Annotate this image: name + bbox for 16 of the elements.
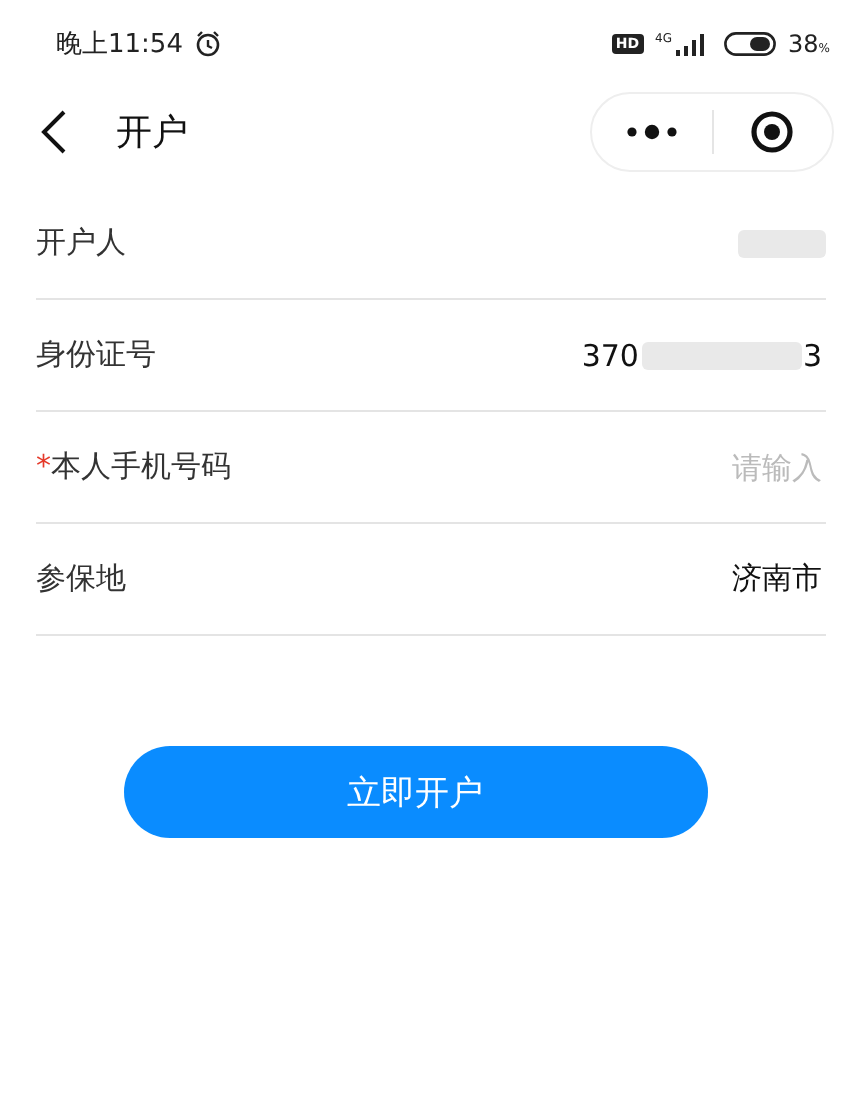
open-account-button[interactable]: 立即开户 <box>123 746 707 838</box>
field-label: 开户人 <box>36 224 126 262</box>
field-label: 参保地 <box>36 560 126 598</box>
status-time: 晚上11:54 <box>56 28 183 62</box>
alarm-clock-icon <box>194 30 223 58</box>
field-value: 3 <box>802 337 824 373</box>
back-icon <box>40 110 68 154</box>
page-title: 开户 <box>116 110 188 156</box>
battery-icon <box>724 32 777 56</box>
signal-icon <box>676 33 705 55</box>
field-label: 身份证号 <box>36 336 156 374</box>
more-icon <box>625 124 678 140</box>
field-value: 济南市 <box>732 560 824 598</box>
phone-input-field[interactable]: 请输入 <box>582 449 826 485</box>
field-value: 370 <box>581 337 641 373</box>
field-label: *本人手机号码 <box>36 448 231 486</box>
